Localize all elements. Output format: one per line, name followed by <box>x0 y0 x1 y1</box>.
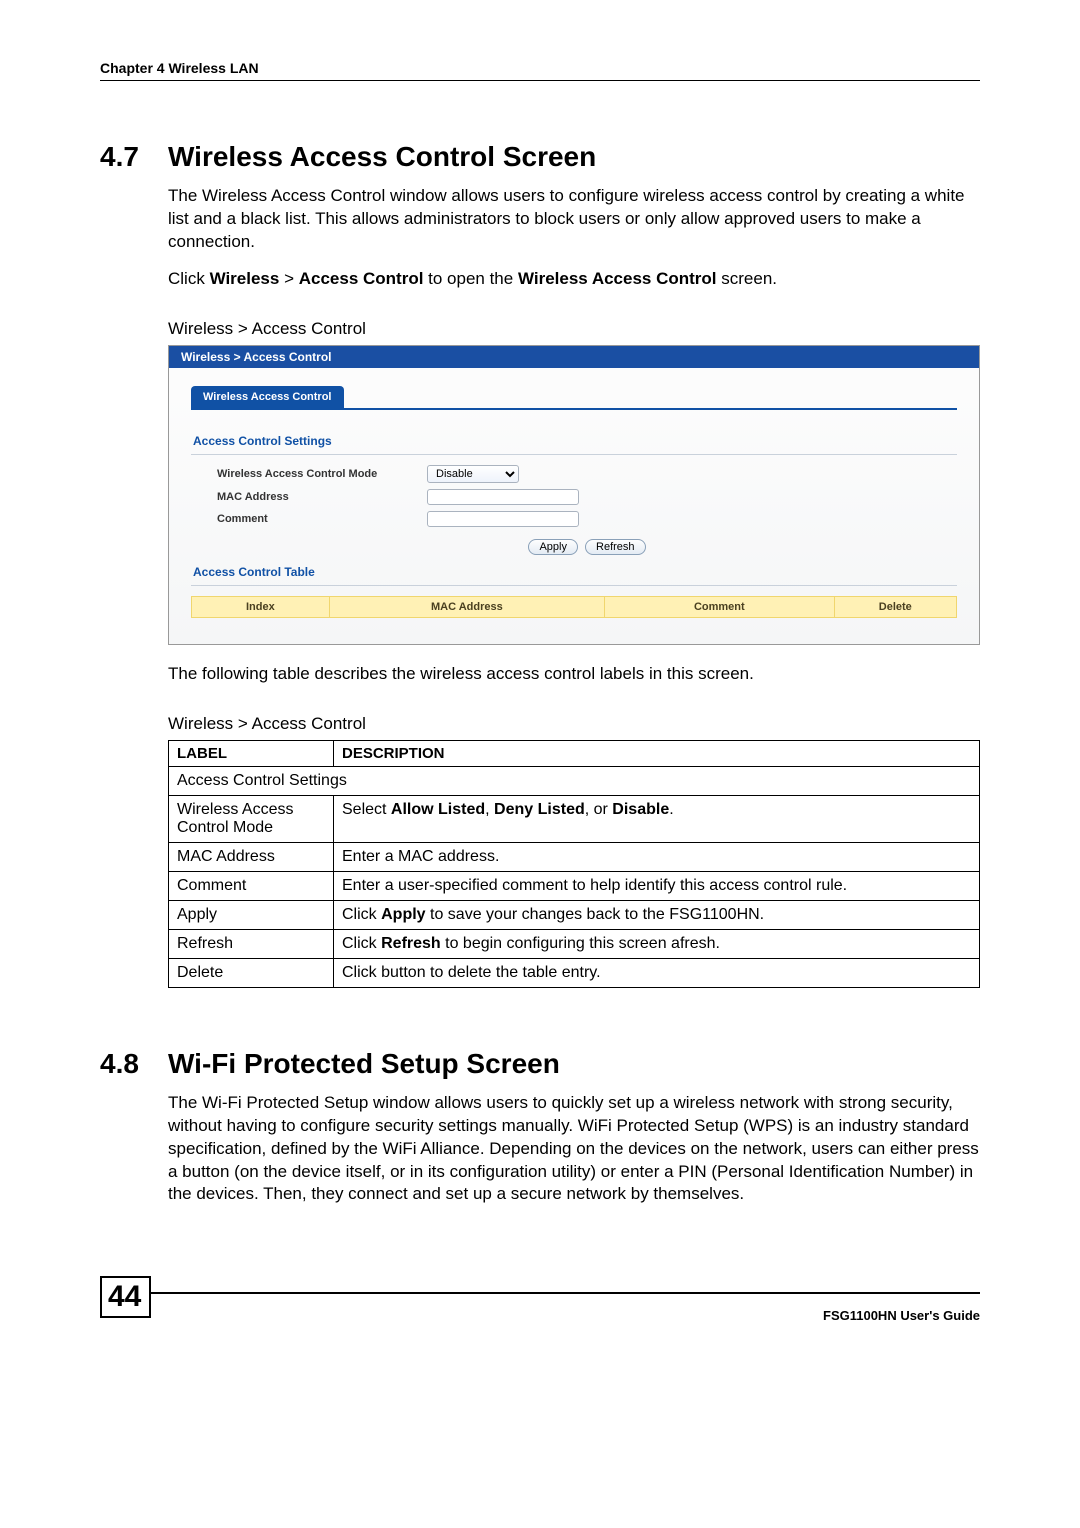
row-section-header: Access Control Settings <box>169 766 980 795</box>
section-title: Wireless Access Control Screen <box>168 141 596 172</box>
apply-button[interactable]: Apply <box>528 539 578 555</box>
th-comment: Comment <box>605 596 835 617</box>
mac-input[interactable] <box>427 489 579 505</box>
footer-rule <box>149 1292 980 1294</box>
row-mode-label: Wireless Access Control Mode <box>169 795 334 842</box>
row-apply-desc: Click Apply to save your changes back to… <box>334 900 980 929</box>
table-section-title: Access Control Table <box>191 559 957 586</box>
row-refresh-desc: Click Refresh to begin configuring this … <box>334 929 980 958</box>
row-mode-desc: Select Allow Listed, Deny Listed, or Dis… <box>334 795 980 842</box>
chapter-header: Chapter 4 Wireless LAN <box>100 60 980 76</box>
label-mac: MAC Address <box>217 491 427 503</box>
table-caption: Wireless > Access Control <box>168 714 980 734</box>
th-delete: Delete <box>834 596 956 617</box>
page-number: 44 <box>100 1276 151 1318</box>
after-ui-text: The following table describes the wirele… <box>168 663 980 686</box>
screenshot-panel: Wireless > Access Control Wireless Acces… <box>168 345 980 645</box>
tab-wireless-access-control[interactable]: Wireless Access Control <box>191 386 344 408</box>
section-4-7-heading: 4.7Wireless Access Control Screen <box>100 141 980 173</box>
label-comment: Comment <box>217 513 427 525</box>
mode-select[interactable]: Disable <box>427 465 519 483</box>
comment-input[interactable] <box>427 511 579 527</box>
row-mac-desc: Enter a MAC address. <box>334 842 980 871</box>
section-number: 4.7 <box>100 141 168 173</box>
section-title-48: Wi-Fi Protected Setup Screen <box>168 1048 560 1079</box>
section-4-8-para: The Wi-Fi Protected Setup window allows … <box>168 1092 980 1207</box>
th-description: DESCRIPTION <box>334 740 980 766</box>
tab-underline <box>191 408 957 410</box>
screenshot-titlebar: Wireless > Access Control <box>169 346 979 368</box>
footer-guide-text: FSG1100HN User's Guide <box>100 1308 980 1323</box>
header-rule <box>100 80 980 81</box>
settings-section-title: Access Control Settings <box>191 428 957 455</box>
description-table: LABEL DESCRIPTION Access Control Setting… <box>168 740 980 988</box>
label-mode: Wireless Access Control Mode <box>217 468 427 480</box>
access-control-table: Index MAC Address Comment Delete <box>191 596 957 618</box>
figure-caption-1: Wireless > Access Control <box>168 319 980 339</box>
row-refresh-label: Refresh <box>169 929 334 958</box>
row-delete-label: Delete <box>169 958 334 987</box>
row-comment-label: Comment <box>169 871 334 900</box>
th-index: Index <box>192 596 330 617</box>
row-apply-label: Apply <box>169 900 334 929</box>
section-number-48: 4.8 <box>100 1048 168 1080</box>
row-delete-desc: Click button to delete the table entry. <box>334 958 980 987</box>
row-comment-desc: Enter a user-specified comment to help i… <box>334 871 980 900</box>
section-4-8-heading: 4.8Wi-Fi Protected Setup Screen <box>100 1048 980 1080</box>
section-4-7-para2: Click Wireless > Access Control to open … <box>168 268 980 291</box>
th-mac: MAC Address <box>329 596 604 617</box>
row-mac-label: MAC Address <box>169 842 334 871</box>
refresh-button[interactable]: Refresh <box>585 539 646 555</box>
th-label: LABEL <box>169 740 334 766</box>
section-4-7-para1: The Wireless Access Control window allow… <box>168 185 980 254</box>
breadcrumb-text: Wireless > Access Control <box>181 350 332 364</box>
